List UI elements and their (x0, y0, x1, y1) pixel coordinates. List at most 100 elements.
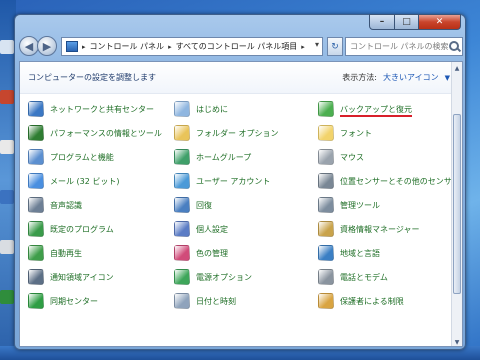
highlight-underline (340, 115, 412, 117)
scroll-down-icon[interactable]: ▼ (452, 337, 462, 346)
control-panel-item-label: 電源オプション (196, 272, 252, 282)
desktop-icon[interactable] (0, 140, 14, 154)
control-panel-item[interactable]: 個人設定 (174, 220, 228, 238)
control-panel-item-label: 同期センター (50, 296, 98, 306)
control-panel-item[interactable]: プログラムと機能 (28, 148, 114, 166)
folder-icon (174, 125, 190, 141)
scroll-up-icon[interactable]: ▲ (452, 63, 462, 73)
speech-icon (28, 197, 44, 213)
control-panel-item[interactable]: 管理ツール (318, 196, 380, 214)
control-panel-item-label: プログラムと機能 (50, 152, 114, 162)
control-panel-item-label: 個人設定 (196, 224, 228, 234)
control-panel-window: – □ ✕ ◀ ▶ ▸ コントロール パネル ▸ すべてのコントロール パネル項… (14, 14, 466, 350)
control-panel-item-label: フォルダー オプション (196, 128, 279, 138)
control-panel-item[interactable]: 音声認識 (28, 196, 82, 214)
control-panel-item[interactable]: 色の管理 (174, 244, 228, 262)
control-panel-item-label: はじめに (196, 104, 228, 114)
control-panel-item[interactable]: マウス (318, 148, 364, 166)
chevron-right-icon[interactable]: ▸ (82, 43, 86, 51)
control-panel-item[interactable]: はじめに (174, 100, 228, 118)
breadcrumb-control-panel[interactable]: コントロール パネル (90, 41, 165, 52)
close-button[interactable]: ✕ (419, 14, 461, 30)
minimize-button[interactable]: – (369, 14, 395, 30)
admin-tools-icon (318, 197, 334, 213)
personalize-icon (174, 221, 190, 237)
control-panel-item-label: ホームグループ (196, 152, 252, 162)
user-accounts-icon (174, 173, 190, 189)
page-title: コンピューターの設定を調整します (28, 73, 156, 82)
control-panel-item-label: パフォーマンスの情報とツール (50, 128, 162, 138)
scroll-thumb[interactable] (453, 114, 461, 294)
control-panel-item-label: 音声認識 (50, 200, 82, 210)
control-panel-item-label: 日付と時刻 (196, 296, 236, 306)
control-panel-item[interactable]: ユーザー アカウント (174, 172, 270, 190)
search-icon[interactable] (449, 41, 459, 51)
content-header: コンピューターの設定を調整します 表示方法: 大きいアイコン ▼ (20, 62, 462, 94)
view-mode-label: 表示方法: (342, 73, 377, 82)
control-panel-item[interactable]: 日付と時刻 (174, 292, 236, 310)
control-panel-item[interactable]: 保護者による制限 (318, 292, 404, 310)
fonts-icon (318, 125, 334, 141)
address-bar[interactable]: ▸ コントロール パネル ▸ すべてのコントロール パネル項目 ▸ ▾ (61, 37, 323, 56)
content-pane: コンピューターの設定を調整します 表示方法: 大きいアイコン ▼ ネットワークと… (19, 61, 463, 347)
control-panel-item[interactable]: 既定のプログラム (28, 220, 114, 238)
control-panel-item[interactable]: パフォーマンスの情報とツール (28, 124, 162, 142)
getting-started-icon (174, 101, 190, 117)
desktop-icon[interactable] (0, 40, 14, 54)
control-panel-item[interactable]: 自動再生 (28, 244, 82, 262)
search-placeholder: コントロール パネルの検索 (350, 42, 449, 51)
control-panel-item[interactable]: 資格情報マネージャー (318, 220, 419, 238)
breadcrumb-all-items[interactable]: すべてのコントロール パネル項目 (176, 41, 298, 52)
chevron-down-icon[interactable]: ▾ (315, 40, 319, 49)
refresh-icon: ↻ (331, 41, 339, 52)
control-panel-item-label: 資格情報マネージャー (340, 224, 420, 234)
control-panel-item-label: 回復 (196, 200, 212, 210)
search-input[interactable]: コントロール パネルの検索 (345, 37, 463, 56)
vertical-scrollbar[interactable]: ▲ ▼ (451, 62, 462, 346)
chevron-down-icon[interactable]: ▼ (445, 74, 450, 82)
control-panel-item-label: 地域と言語 (340, 248, 380, 258)
navigation-bar: ◀ ▶ ▸ コントロール パネル ▸ すべてのコントロール パネル項目 ▸ ▾ … (19, 35, 463, 59)
control-panel-item[interactable]: 電源オプション (174, 268, 252, 286)
forward-button[interactable]: ▶ (37, 36, 57, 56)
control-panel-item[interactable]: 通知領域アイコン (28, 268, 114, 286)
chevron-right-icon[interactable]: ▸ (301, 43, 305, 51)
maximize-button[interactable]: □ (395, 14, 419, 30)
desktop-icon[interactable] (0, 190, 14, 204)
control-panel-item-label: ネットワークと共有センター (50, 104, 154, 114)
control-panel-item-label: 管理ツール (340, 200, 380, 210)
control-panel-item-label: 保護者による制限 (340, 296, 404, 306)
control-panel-item[interactable]: 同期センター (28, 292, 98, 310)
control-panel-item[interactable]: メール (32 ビット) (28, 172, 120, 190)
color-management-icon (174, 245, 190, 261)
view-mode-dropdown[interactable]: 大きいアイコン (383, 72, 439, 83)
power-icon (174, 269, 190, 285)
control-panel-item-label: 通知領域アイコン (50, 272, 114, 282)
backup-icon (318, 101, 334, 117)
back-button[interactable]: ◀ (19, 36, 39, 56)
chevron-right-icon[interactable]: ▸ (168, 43, 172, 51)
homegroup-icon (174, 149, 190, 165)
control-panel-item[interactable]: ホームグループ (174, 148, 251, 166)
control-panel-item-label: メール (32 ビット) (50, 176, 120, 186)
network-icon (28, 101, 44, 117)
control-panel-item[interactable]: 電話とモデム (318, 268, 388, 286)
sync-icon (28, 293, 44, 309)
control-panel-item[interactable]: 地域と言語 (318, 244, 380, 262)
control-panel-item[interactable]: フォント (318, 124, 372, 142)
control-panel-item-label: バックアップと復元 (340, 104, 412, 114)
notification-icon (28, 269, 44, 285)
control-panel-item[interactable]: ネットワークと共有センター (28, 100, 154, 118)
control-panel-item[interactable]: 位置センサーとその他のセンサー (318, 172, 460, 190)
desktop-icon[interactable] (0, 90, 14, 104)
control-panel-item[interactable]: フォルダー オプション (174, 124, 279, 142)
recovery-icon (174, 197, 190, 213)
desktop-icon[interactable] (0, 240, 14, 254)
desktop-icon[interactable] (0, 290, 14, 304)
control-panel-item-label: 位置センサーとその他のセンサー (340, 176, 460, 186)
control-panel-item[interactable]: 回復 (174, 196, 212, 214)
sensor-icon (318, 173, 334, 189)
performance-icon (28, 125, 44, 141)
arrow-left-icon: ◀ (24, 39, 34, 53)
refresh-button[interactable]: ↻ (327, 37, 343, 56)
